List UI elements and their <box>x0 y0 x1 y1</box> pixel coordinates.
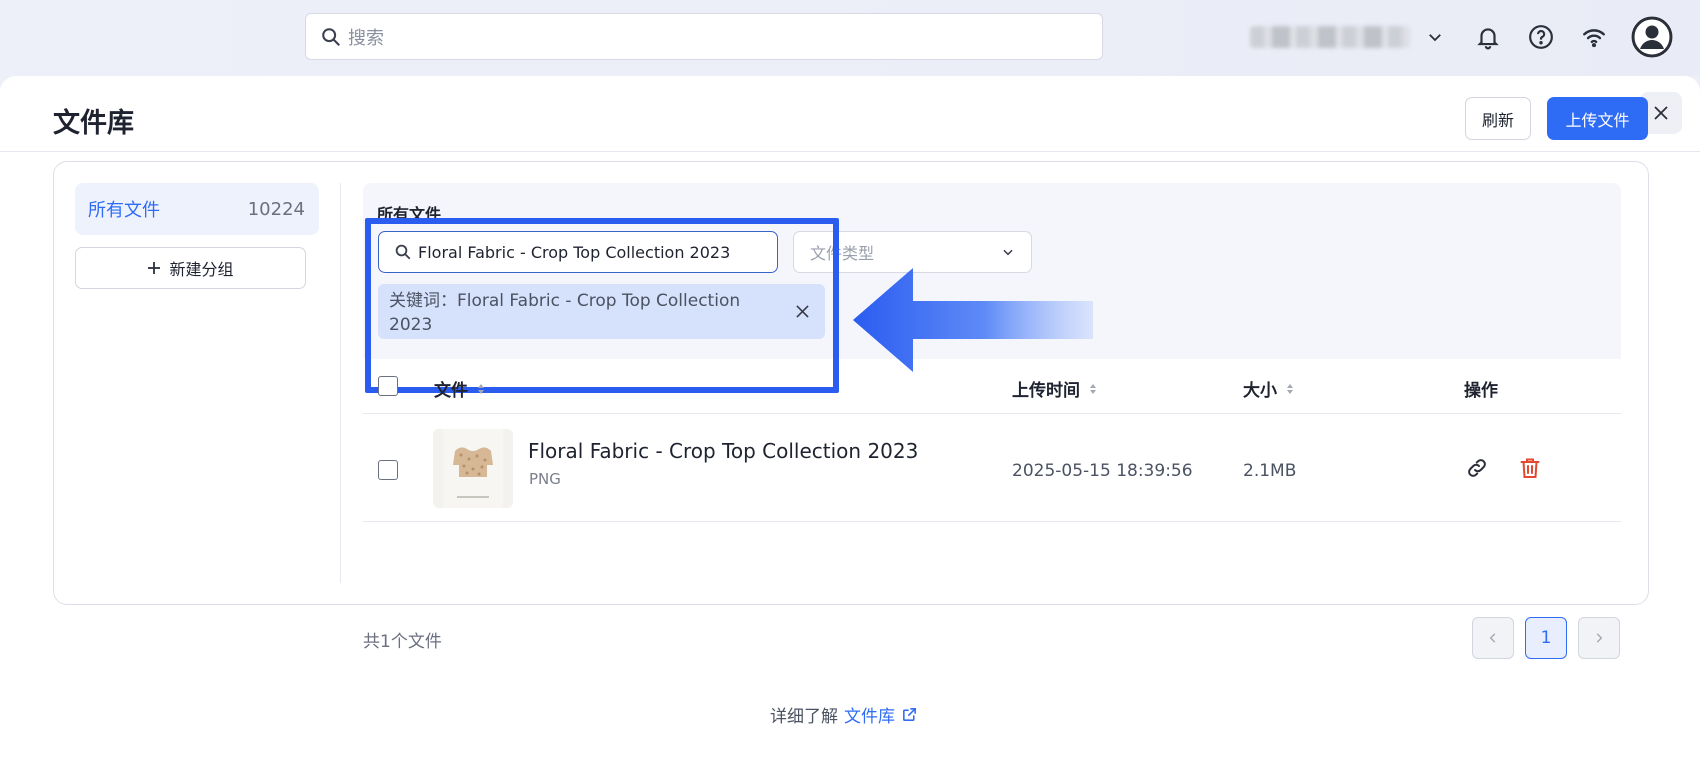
upload-file-button[interactable]: 上传文件 <box>1547 97 1648 140</box>
account-name-blurred[interactable] <box>1250 26 1410 48</box>
bell-icon[interactable] <box>1473 22 1503 52</box>
sidebar-item-label: 所有文件 <box>88 200 160 221</box>
external-link-icon[interactable] <box>901 706 918 723</box>
new-group-label: 新建分组 <box>169 260 234 279</box>
sort-icon <box>1090 383 1096 394</box>
top-bar: 搜索 <box>0 0 1700 76</box>
plus-icon <box>148 262 161 274</box>
total-count-text: 共1个文件 <box>363 632 442 652</box>
page-title: 文件库 <box>53 108 134 139</box>
global-search-placeholder: 搜索 <box>348 27 384 49</box>
table-row[interactable]: Floral Fabric - Crop Top Collection 2023… <box>363 414 1621 522</box>
file-library-link[interactable]: 文件库 <box>844 702 895 727</box>
sort-icon <box>478 383 484 394</box>
page-number-button[interactable]: 1 <box>1525 617 1567 659</box>
column-header-size-label: 大小 <box>1243 381 1277 401</box>
chevron-right-icon <box>1596 633 1603 643</box>
sidebar-divider <box>340 183 341 583</box>
column-header-file[interactable]: 文件 <box>434 376 484 401</box>
user-avatar-icon[interactable] <box>1631 16 1673 58</box>
search-icon <box>322 27 340 46</box>
chevron-down-icon[interactable] <box>1420 22 1450 52</box>
new-group-button[interactable]: 新建分组 <box>75 247 306 289</box>
chevron-left-icon <box>1489 633 1496 643</box>
file-name[interactable]: Floral Fabric - Crop Top Collection 2023 <box>528 439 918 463</box>
select-all-checkbox[interactable] <box>378 376 398 396</box>
file-upload-time: 2025-05-15 18:39:56 <box>1012 461 1193 481</box>
file-size: 2.1MB <box>1243 461 1297 481</box>
footer-help: 详细了解 文件库 <box>770 702 918 727</box>
close-icon <box>1654 106 1668 120</box>
panel-header <box>0 76 1700 152</box>
column-header-size[interactable]: 大小 <box>1243 376 1293 401</box>
footer-prefix: 详细了解 <box>770 707 838 727</box>
help-icon[interactable] <box>1526 22 1556 52</box>
file-type: PNG <box>529 470 561 488</box>
file-thumbnail[interactable] <box>433 429 513 508</box>
column-header-upload-time[interactable]: 上传时间 <box>1012 376 1096 401</box>
column-header-actions: 操作 <box>1464 376 1498 401</box>
sidebar-item-count: 10224 <box>247 198 305 220</box>
copy-link-icon[interactable] <box>1463 454 1491 482</box>
wifi-icon[interactable] <box>1579 22 1609 52</box>
global-search-input[interactable]: 搜索 <box>305 13 1103 60</box>
column-header-file-label: 文件 <box>434 381 468 401</box>
row-checkbox[interactable] <box>378 460 398 480</box>
column-header-actions-label: 操作 <box>1464 381 1498 401</box>
next-page-button[interactable] <box>1578 617 1620 659</box>
chevron-down-icon <box>1003 249 1013 256</box>
table-header: 文件 上传时间 大小 操作 <box>363 359 1621 414</box>
refresh-button[interactable]: 刷新 <box>1465 97 1531 140</box>
sort-icon <box>1287 383 1293 394</box>
sidebar-item-all-files[interactable]: 所有文件 10224 <box>75 183 319 235</box>
prev-page-button[interactable] <box>1472 617 1514 659</box>
column-header-upload-time-label: 上传时间 <box>1012 381 1080 401</box>
delete-trash-icon[interactable] <box>1516 454 1544 482</box>
